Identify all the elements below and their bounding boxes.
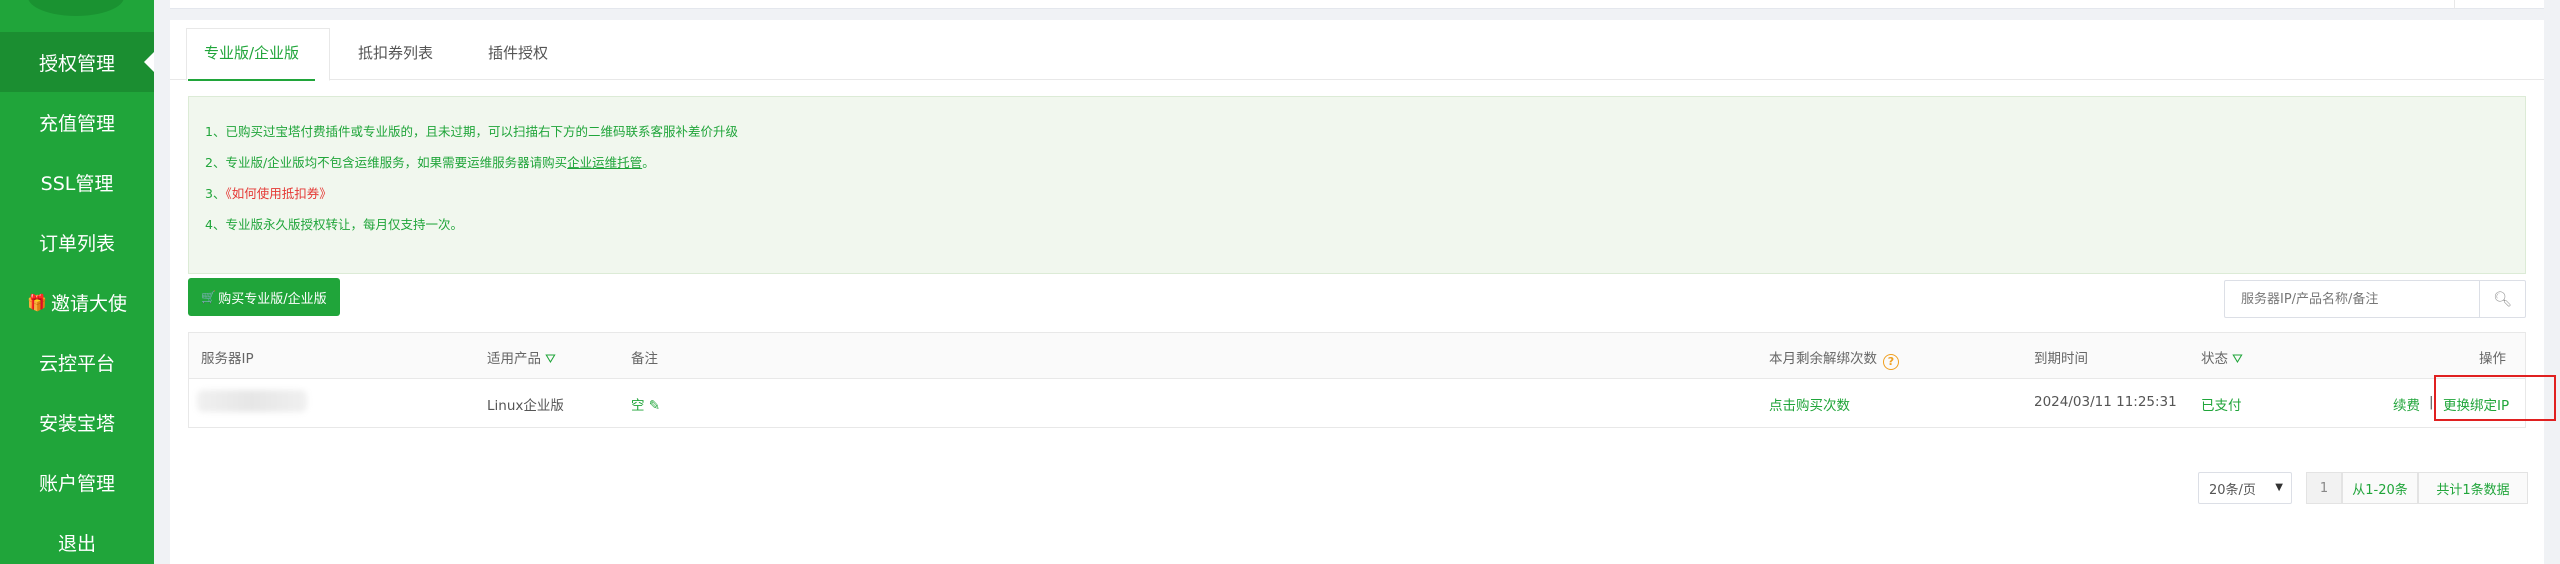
col-status: 状态 ⛛ xyxy=(2201,351,2243,367)
search-input[interactable] xyxy=(2225,281,2481,317)
chevron-down-icon: ▼ xyxy=(2275,482,2283,493)
filter-icon[interactable]: ⛛ xyxy=(545,352,556,367)
col-remark: 备注 xyxy=(631,351,658,367)
sidebar-item-ssl[interactable]: SSL管理 xyxy=(0,152,154,212)
edit-icon[interactable]: ✎ xyxy=(649,398,660,414)
renew-link[interactable]: 续费 xyxy=(2393,394,2420,414)
sidebar-item-label: 退出 xyxy=(57,532,96,555)
help-icon[interactable]: ? xyxy=(1883,354,1899,370)
col-product: 适用产品 ⛛ xyxy=(487,351,556,367)
ops-hosting-link[interactable]: 企业运维托管 xyxy=(567,155,642,170)
tab-bar: 专业版/企业版 抵扣券列表 插件授权 xyxy=(170,20,2544,81)
buy-pro-button[interactable]: 🛒 购买专业版/企业版 xyxy=(188,278,340,316)
page-total: 共计1条数据 xyxy=(2418,472,2528,504)
highlight-box xyxy=(2434,375,2556,421)
coupon-guide-link[interactable]: 《如何使用抵扣券》 xyxy=(225,186,331,201)
page-current[interactable]: 1 xyxy=(2306,472,2342,504)
col-expire: 到期时间 xyxy=(2034,351,2088,367)
sidebar-item-label: 订单列表 xyxy=(38,232,115,255)
sidebar-item-invite[interactable]: 🎁 邀请大使 xyxy=(0,272,154,332)
sidebar-item-label: 授权管理 xyxy=(38,52,115,75)
blurred-ip xyxy=(197,390,307,412)
sidebar-item-logout[interactable]: 退出 xyxy=(0,512,154,564)
page-size-select[interactable]: 20条/页 ▼ xyxy=(2198,472,2292,504)
notice-box: 1、已购买过宝塔付费插件或专业版的，且未过期，可以扫描右下方的二维码联系客服补差… xyxy=(188,96,2526,274)
notice-line: 2、专业版/企业版均不包含运维服务，如果需要运维服务器请购买企业运维托管。 xyxy=(205,155,655,170)
sidebar-item-account[interactable]: 账户管理 xyxy=(0,452,154,512)
notice-line: 4、专业版永久版授权转让，每月仅支持一次。 xyxy=(205,217,463,232)
col-remaining: 本月剩余解绑次数? xyxy=(1769,347,1899,370)
top-panel-edge xyxy=(170,0,2544,9)
sidebar-item-recharge[interactable]: 充值管理 xyxy=(0,92,154,152)
sidebar-item-license[interactable]: 授权管理 xyxy=(0,32,154,92)
sidebar-item-install[interactable]: 安装宝塔 xyxy=(0,392,154,452)
search-icon[interactable]: 🔍︎ xyxy=(2479,281,2525,317)
sidebar-nav: 授权管理 充值管理 SSL管理 订单列表 🎁 邀请大使 云控平台 安装宝塔 账户管… xyxy=(0,32,154,564)
action-separator: | xyxy=(2429,394,2434,410)
cart-icon: 🛒 xyxy=(201,290,217,304)
tab-coupons[interactable]: 抵扣券列表 xyxy=(358,20,433,80)
sidebar-item-orders[interactable]: 订单列表 xyxy=(0,212,154,272)
tab-plugin-license[interactable]: 插件授权 xyxy=(488,20,548,80)
notice-line: 3、《如何使用抵扣券》 xyxy=(205,186,332,201)
search-box: 🔍︎ xyxy=(2224,280,2526,318)
logo xyxy=(28,0,124,16)
filter-icon[interactable]: ⛛ xyxy=(2232,352,2243,367)
buy-unbind-link[interactable]: 点击购买次数 xyxy=(1769,394,1850,414)
sidebar-item-label: 安装宝塔 xyxy=(38,412,115,435)
notice-line: 1、已购买过宝塔付费插件或专业版的，且未过期，可以扫描右下方的二维码联系客服补差… xyxy=(205,124,738,139)
table-header: 服务器IP 适用产品 ⛛ 备注 本月剩余解绑次数? 到期时间 状态 ⛛ 操作 xyxy=(189,333,2525,379)
col-action: 操作 xyxy=(2479,351,2506,367)
sidebar-item-label: SSL管理 xyxy=(40,172,114,195)
sidebar-item-label: 云控平台 xyxy=(38,352,115,375)
cell-expire: 2024/03/11 11:25:31 xyxy=(2034,394,2177,410)
gift-icon: 🎁 xyxy=(27,292,47,312)
status-badge: 已支付 xyxy=(2201,398,2242,414)
sidebar-item-cloud-control[interactable]: 云控平台 xyxy=(0,332,154,392)
sidebar-item-label: 充值管理 xyxy=(38,112,115,135)
license-table: 服务器IP 适用产品 ⛛ 备注 本月剩余解绑次数? 到期时间 状态 ⛛ 操作 Lin… xyxy=(188,332,2526,428)
page-range: 从1-20条 xyxy=(2342,472,2418,504)
cell-remark[interactable]: 空 ✎ xyxy=(631,394,660,414)
sidebar-item-label: 邀请大使 xyxy=(50,292,127,315)
sidebar: 授权管理 充值管理 SSL管理 订单列表 🎁 邀请大使 云控平台 安装宝塔 账户管… xyxy=(0,0,154,564)
main-panel: 专业版/企业版 抵扣券列表 插件授权 1、已购买过宝塔付费插件或专业版的，且未过… xyxy=(170,20,2544,564)
col-ip: 服务器IP xyxy=(201,351,254,367)
table-row: Linux企业版 空 ✎ 点击购买次数 2024/03/11 11:25:31 … xyxy=(189,379,2525,427)
cell-product: Linux企业版 xyxy=(487,398,564,414)
sidebar-item-label: 账户管理 xyxy=(38,472,115,495)
tab-pro-enterprise[interactable]: 专业版/企业版 xyxy=(187,20,316,81)
